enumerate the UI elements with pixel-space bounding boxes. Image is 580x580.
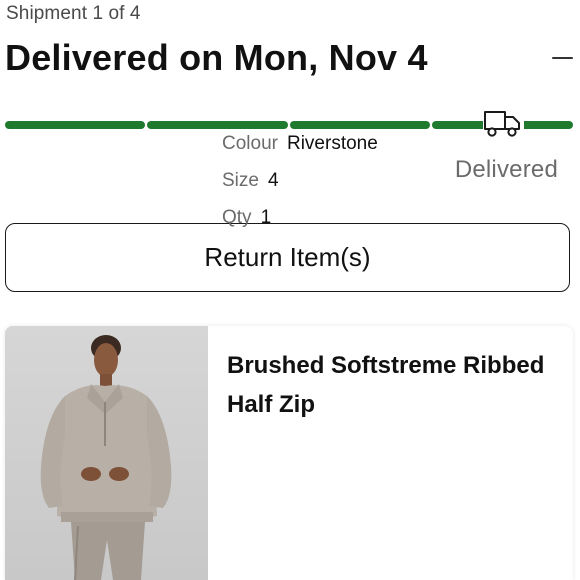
product-info: Brushed Softstreme Ribbed Half Zip [227, 346, 567, 424]
size-value: 4 [267, 169, 279, 191]
detail-row-colour: Colour Riverstone [222, 125, 378, 162]
progress-status-label: Delivered [454, 156, 558, 183]
product-name[interactable]: Brushed Softstreme Ribbed Half Zip [227, 346, 567, 424]
detail-row-size: Size 4 [222, 162, 378, 199]
minus-icon[interactable] [552, 44, 574, 72]
colour-label: Colour [222, 132, 278, 154]
product-card: Brushed Softstreme Ribbed Half Zip [5, 326, 573, 580]
product-details: Colour Riverstone Size 4 Qty 1 [222, 125, 378, 236]
detail-row-qty: Qty 1 [222, 199, 378, 236]
colour-value: Riverstone [286, 132, 378, 154]
qty-label: Qty [222, 206, 252, 228]
qty-value: 1 [260, 206, 272, 228]
order-shipment-page: Shipment 1 of 4 Delivered on Mon, Nov 4 … [0, 0, 580, 580]
delivery-truck-icon [482, 107, 525, 141]
shipment-counter: Shipment 1 of 4 [6, 3, 141, 24]
product-photo[interactable] [5, 326, 208, 580]
size-label: Size [222, 169, 259, 191]
delivery-status-title: Delivered on Mon, Nov 4 [5, 37, 428, 78]
progress-segment [5, 121, 145, 129]
